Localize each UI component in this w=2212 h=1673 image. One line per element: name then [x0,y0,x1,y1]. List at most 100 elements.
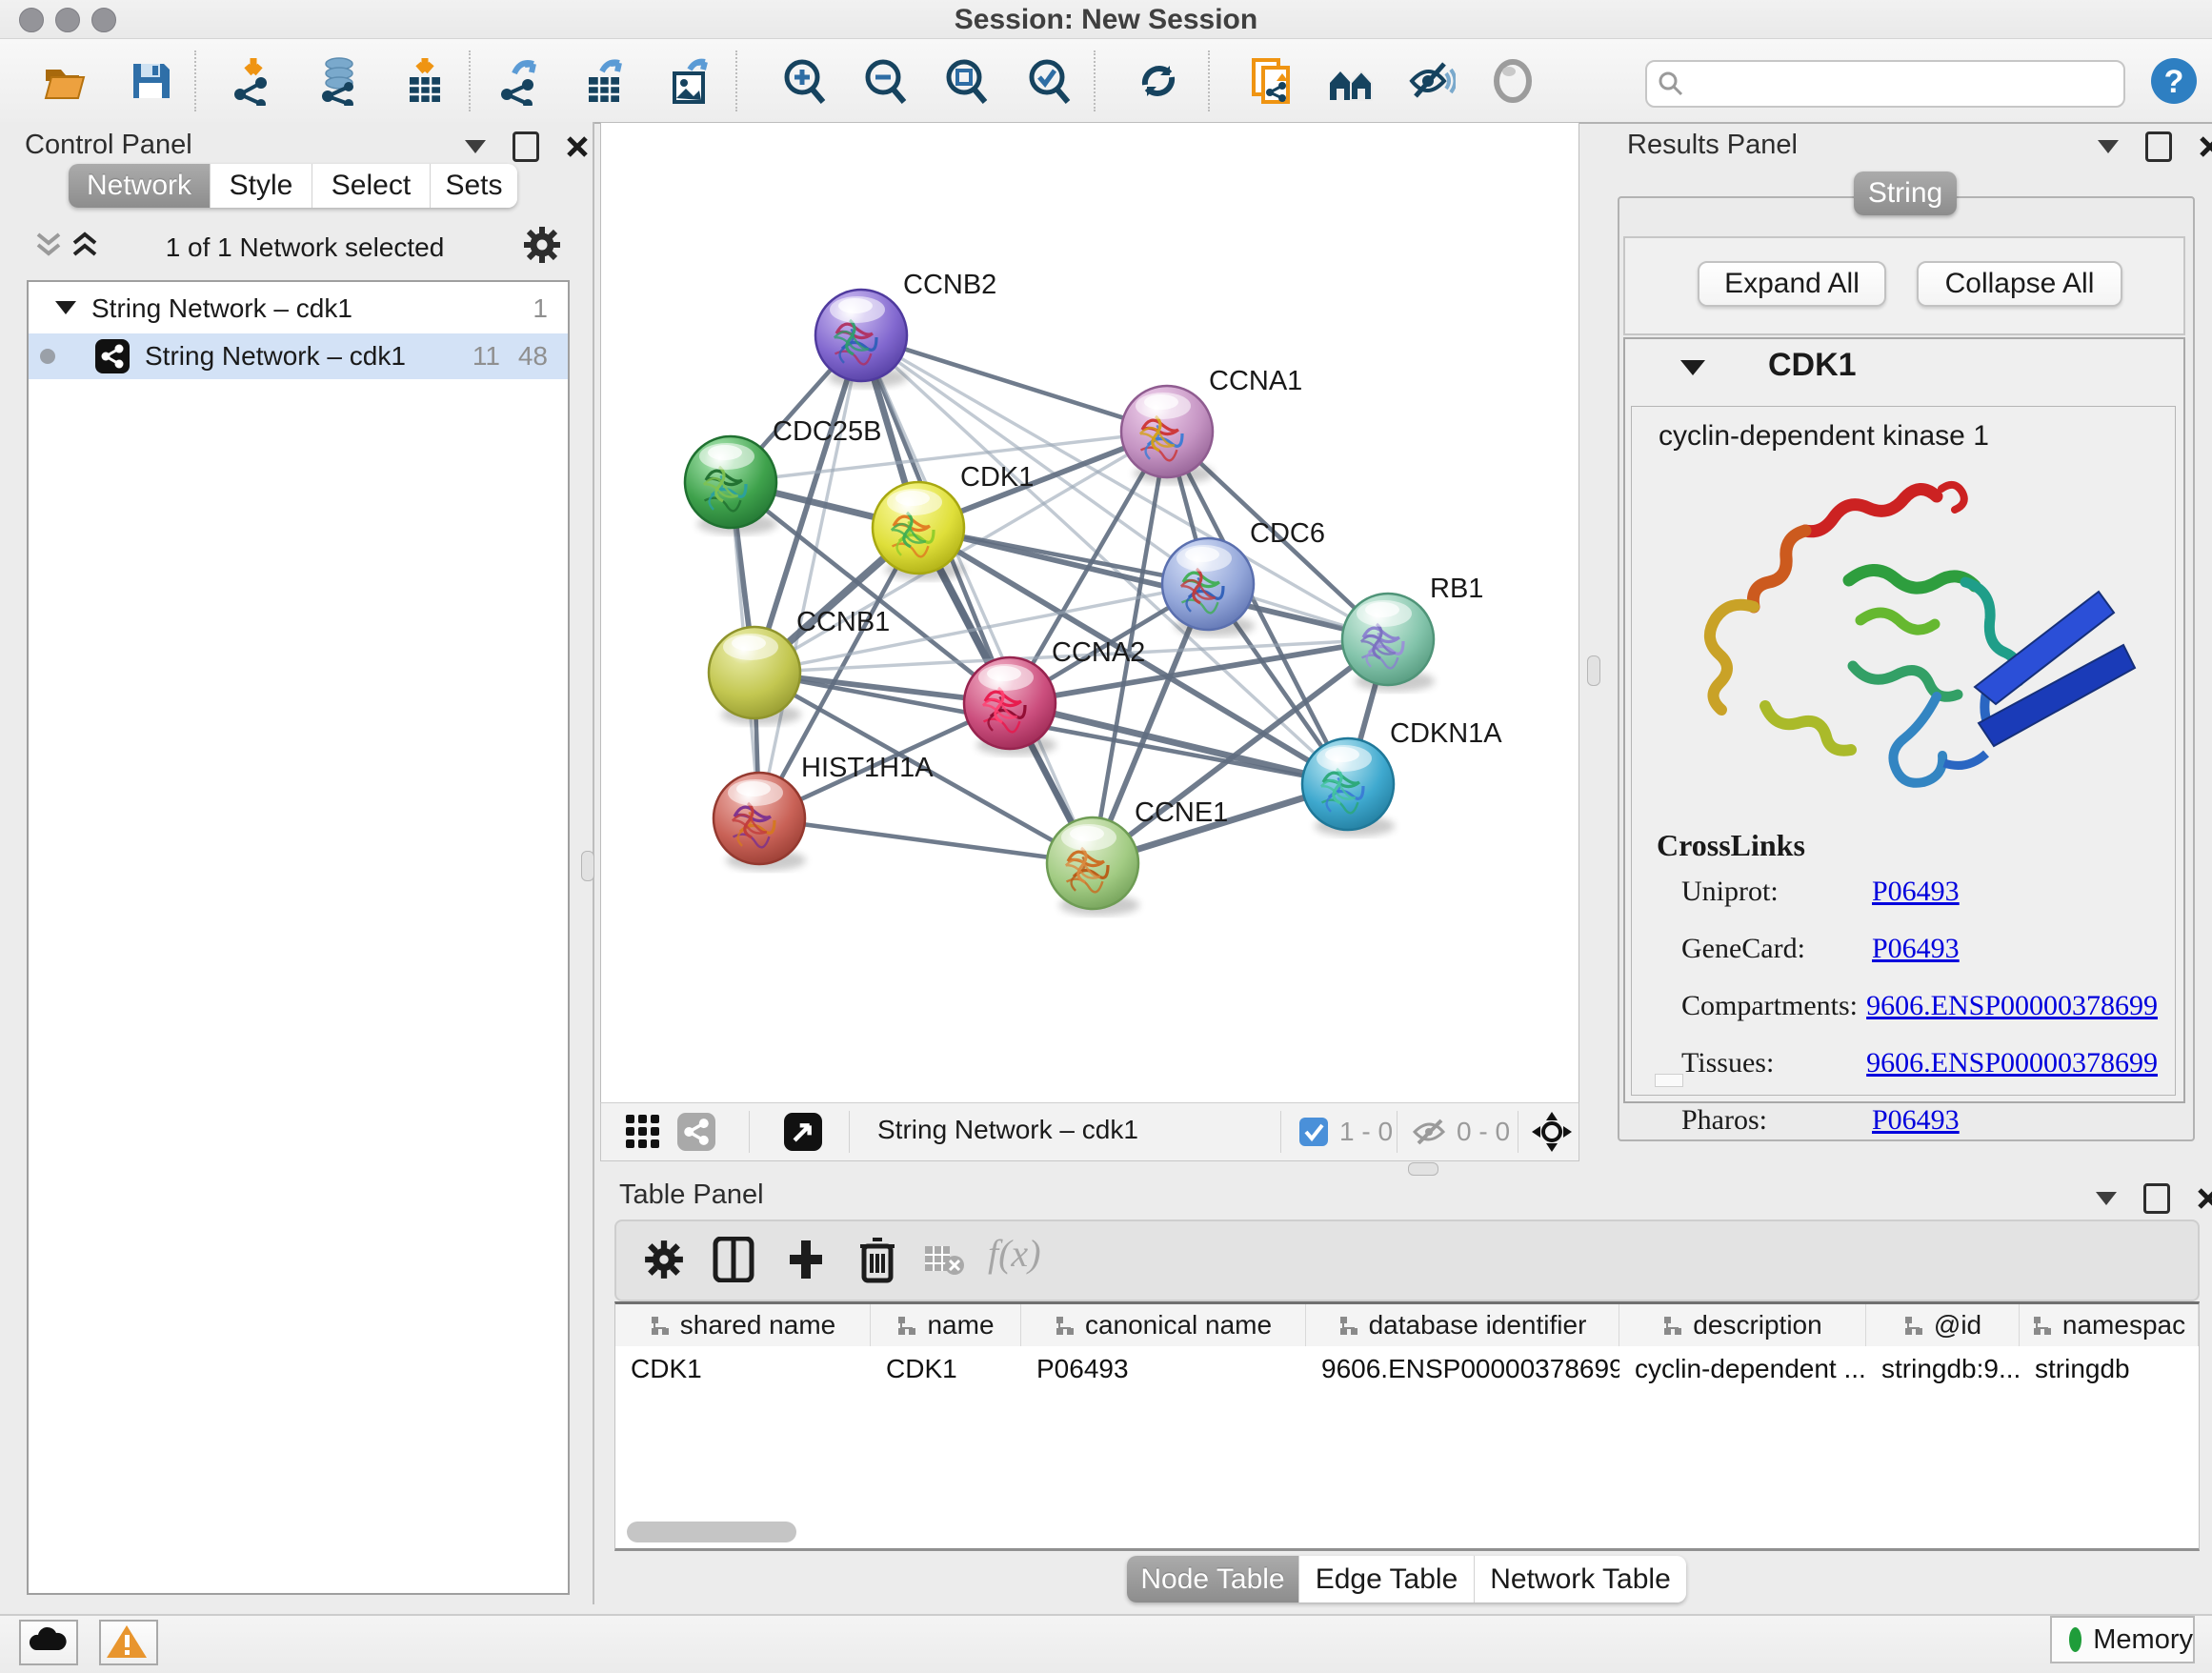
help-icon[interactable]: ? [2149,56,2199,106]
open-external-icon[interactable] [784,1113,822,1151]
add-column-icon[interactable] [784,1237,828,1282]
table-cell[interactable]: P06493 [1021,1346,1306,1386]
node-label-hist1h1a: HIST1H1A [801,753,934,783]
collapse-all-icon[interactable] [34,229,63,261]
table-header-row: shared namenamecanonical namedatabase id… [615,1304,2199,1346]
panel-menu-icon[interactable] [2098,140,2119,153]
export-table-icon[interactable] [581,56,631,106]
search-icon [1657,70,1685,98]
column-header-database-identifier[interactable]: database identifier [1306,1304,1619,1346]
table-gear-icon[interactable] [643,1239,685,1280]
protein-structure-image [1651,468,2156,816]
right-splitter-handle[interactable] [1587,655,1600,686]
network-canvas[interactable]: CCNB2CCNA1CDC25BCDK1CDC6RB1CCNB1CCNA2CDK… [600,122,1579,1103]
tab-select[interactable]: Select [312,164,431,208]
column-header-canonical-name[interactable]: canonical name [1021,1304,1306,1346]
open-session-icon[interactable] [40,56,90,106]
first-neighbors-icon[interactable] [1326,56,1376,106]
panel-menu-icon[interactable] [2096,1192,2117,1205]
show-columns-icon[interactable] [712,1237,755,1282]
panel-float-icon[interactable] [2145,131,2172,162]
crosslink-value-link[interactable]: 9606.ENSP00000378699 [1866,990,2158,1022]
node-ccne1 [1047,817,1138,909]
tab-style[interactable]: Style [211,164,312,208]
window-titlebar: Session: New Session [0,0,2212,39]
table-cell[interactable]: 9606.ENSP00000378699 [1306,1346,1619,1386]
crosslink-label: Compartments: [1681,990,1866,1022]
refresh-icon[interactable] [1134,56,1183,106]
table-cell[interactable]: cyclin-dependent ... [1619,1346,1866,1386]
zoom-fit-icon[interactable] [941,56,991,106]
table-body: CDK1CDK1P064939606.ENSP00000378699cyclin… [615,1346,2199,1386]
column-header-description[interactable]: description [1619,1304,1866,1346]
column-header-shared-name[interactable]: shared name [615,1304,871,1346]
crosslink-value-link[interactable]: P06493 [1872,876,1960,908]
panel-float-icon[interactable] [2143,1183,2170,1214]
table-cell[interactable]: stringdb [2020,1346,2199,1386]
crosslink-value-link[interactable]: P06493 [1872,933,1960,965]
panel-close-icon[interactable] [2197,1187,2212,1210]
delete-column-icon[interactable] [856,1235,898,1284]
string-network-graph[interactable]: CCNB2CCNA1CDC25BCDK1CDC6RB1CCNB1CCNA2CDK… [601,123,1579,1102]
export-network-icon[interactable] [495,56,545,106]
zoom-in-icon[interactable] [779,56,829,106]
tab-network[interactable]: Network [69,164,211,208]
cloud-button[interactable] [19,1620,78,1665]
column-type-icon [1338,1315,1359,1336]
tab-sets[interactable]: Sets [431,164,517,208]
network-row-selected[interactable]: String Network – cdk1 11 48 [29,333,568,379]
zoom-selected-icon[interactable] [1024,56,1074,106]
panel-close-icon[interactable] [566,135,589,158]
tab-string[interactable]: String [1854,171,1957,215]
panel-menu-icon[interactable] [465,140,486,153]
node-hist1h1a [714,773,805,864]
hidden-counts: 0 - 0 [1457,1117,1510,1147]
show-all-icon[interactable] [1488,56,1538,106]
tab-edge-table[interactable]: Edge Table [1299,1556,1475,1602]
node-ccna1 [1121,386,1213,477]
left-splitter-handle[interactable] [581,851,594,881]
import-network-database-icon[interactable] [314,56,364,106]
crosslink-value-link[interactable]: 9606.ENSP00000378699 [1866,1047,2158,1079]
network-type-icon [95,339,130,373]
expand-all-button[interactable]: Expand All [1698,261,1886,307]
zoom-out-icon[interactable] [860,56,910,106]
table-hscrollbar-thumb[interactable] [627,1522,796,1542]
panel-close-icon[interactable] [2199,135,2212,158]
cloud-icon [21,1622,72,1660]
hide-selected-icon[interactable] [1406,56,1456,106]
tab-node-table[interactable]: Node Table [1127,1556,1299,1602]
crosslink-value-link[interactable]: P06493 [1872,1104,1960,1137]
expand-all-icon[interactable] [70,229,99,261]
network-collection-row[interactable]: String Network – cdk1 1 [29,288,568,333]
tab-network-table[interactable]: Network Table [1475,1556,1686,1602]
tree-expander-icon[interactable] [55,301,76,314]
export-image-icon[interactable] [667,56,716,106]
table-cell[interactable]: stringdb:9... [1866,1346,2020,1386]
save-session-icon[interactable] [126,56,175,106]
collapse-all-button[interactable]: Collapse All [1917,261,2122,307]
import-network-file-icon[interactable] [229,56,278,106]
table-row[interactable]: CDK1CDK1P064939606.ENSP00000378699cyclin… [615,1346,2199,1386]
column-header-name[interactable]: name [871,1304,1021,1346]
network-view-icon[interactable] [677,1113,715,1151]
birds-eye-icon[interactable] [1531,1111,1573,1153]
warning-button[interactable] [99,1620,158,1665]
memory-button[interactable]: Memory [2050,1616,2195,1663]
gear-icon[interactable] [522,225,562,265]
network-view-toolbar: String Network – cdk1 1 - 0 0 - 0 [600,1102,1579,1161]
grid-view-icon[interactable] [624,1113,662,1151]
selected-checkbox-icon[interactable] [1298,1117,1329,1147]
network-from-clipboard-icon[interactable] [1248,56,1297,106]
panel-float-icon[interactable] [513,131,539,162]
search-input[interactable] [1645,60,2125,108]
table-cell[interactable]: CDK1 [615,1346,871,1386]
results-scrollbar-thumb[interactable] [1655,1074,1683,1087]
import-table-file-icon[interactable] [400,56,450,106]
column-header-namespac[interactable]: namespac [2020,1304,2199,1346]
gene-entry-panel: CDK1 cyclin-dependent kinase 1 [1623,337,2185,1103]
entry-expander-icon[interactable] [1680,360,1705,375]
column-header--id[interactable]: @id [1866,1304,2020,1346]
table-cell[interactable]: CDK1 [871,1346,1021,1386]
hidden-eye-icon [1411,1117,1449,1147]
